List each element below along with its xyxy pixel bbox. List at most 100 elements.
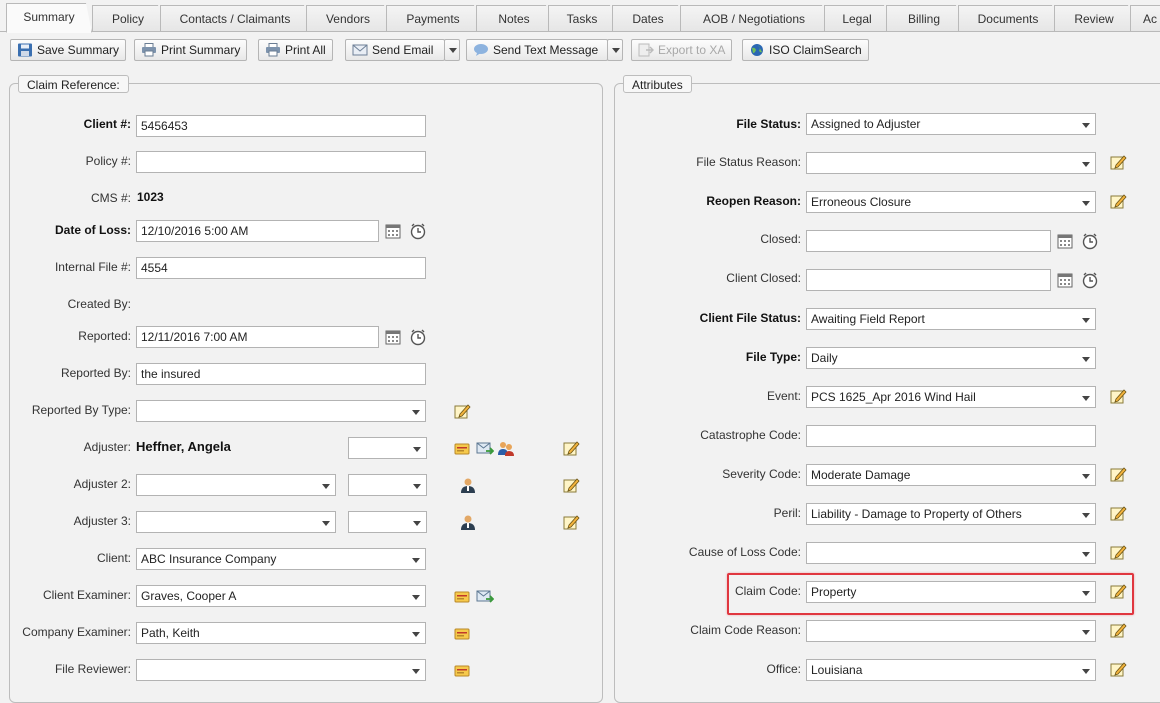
clock-icon[interactable] (1081, 271, 1099, 289)
tab-vendors[interactable]: Vendors (306, 5, 390, 32)
export-to-xa-button[interactable]: Export to XA (631, 39, 733, 61)
peril-select[interactable]: Liability - Damage to Property of Others (806, 503, 1096, 525)
sms-icon (473, 43, 489, 57)
closed-input[interactable] (806, 230, 1051, 252)
reported-label: Reported: (78, 329, 131, 343)
tab-legal[interactable]: Legal (824, 5, 890, 32)
tab-documents[interactable]: Documents (958, 5, 1058, 32)
calendar-icon[interactable] (384, 222, 402, 240)
office-label: Office: (766, 662, 801, 676)
contact-card-icon[interactable] (453, 587, 471, 605)
company-examiner-select[interactable]: Path, Keith (136, 622, 426, 644)
reported-by-type-label: Reported By Type: (31, 403, 131, 417)
client-file-status-select[interactable]: Awaiting Field Report (806, 308, 1096, 330)
edit-note-icon[interactable] (1109, 621, 1127, 639)
calendar-icon[interactable] (384, 328, 402, 346)
tab-dates[interactable]: Dates (612, 5, 684, 32)
edit-note-icon[interactable] (562, 476, 580, 494)
adjuster-label: Adjuster: (83, 440, 131, 454)
edit-note-icon[interactable] (1109, 582, 1127, 600)
edit-note-icon[interactable] (562, 439, 580, 457)
reopen-reason-select[interactable]: Erroneous Closure (806, 191, 1096, 213)
claim-code-reason-label: Claim Code Reason: (690, 623, 801, 637)
client-examiner-select[interactable]: Graves, Cooper A (136, 585, 426, 607)
client-number-label: Client #: (83, 117, 131, 131)
file-reviewer-label: File Reviewer: (54, 662, 131, 676)
edit-note-icon[interactable] (562, 513, 580, 531)
tab-tasks[interactable]: Tasks (548, 5, 616, 32)
send-text-dropdown[interactable] (607, 39, 623, 61)
edit-note-icon[interactable] (1109, 153, 1127, 171)
client-number-input[interactable] (136, 115, 426, 137)
edit-note-icon[interactable] (1109, 543, 1127, 561)
send-email-button[interactable]: Send Email (345, 39, 445, 61)
user-icon[interactable] (459, 513, 477, 531)
cms-number-label: CMS #: (90, 191, 131, 205)
calendar-icon[interactable] (1056, 232, 1074, 250)
client-file-status-label: Client File Status: (699, 311, 801, 325)
clock-icon[interactable] (409, 328, 427, 346)
client-closed-input[interactable] (806, 269, 1051, 291)
tab-review[interactable]: Review (1054, 5, 1134, 32)
tab-notes[interactable]: Notes (476, 5, 552, 32)
date-of-loss-input[interactable] (136, 220, 379, 242)
tab-bar: Summary Policy Contacts / Claimants Vend… (0, 0, 1160, 32)
edit-note-icon[interactable] (1109, 660, 1127, 678)
reported-by-input[interactable] (136, 363, 426, 385)
tab-payments[interactable]: Payments (386, 5, 480, 32)
tab-policy[interactable]: Policy (92, 5, 164, 32)
tab-contacts-claimants[interactable]: Contacts / Claimants (160, 5, 310, 32)
catastrophe-code-input[interactable] (806, 425, 1096, 447)
iso-claimsearch-button[interactable]: ISO ClaimSearch (742, 39, 869, 61)
file-status-select[interactable]: Assigned to Adjuster (806, 113, 1096, 135)
edit-note-icon[interactable] (1109, 465, 1127, 483)
edit-note-icon[interactable] (1109, 504, 1127, 522)
tab-aob-negotiations[interactable]: AOB / Negotiations (680, 5, 828, 32)
reported-by-type-select[interactable] (136, 400, 426, 422)
user-icon[interactable] (459, 476, 477, 494)
file-type-select[interactable]: Daily (806, 347, 1096, 369)
severity-code-select[interactable]: Moderate Damage (806, 464, 1096, 486)
print-summary-button[interactable]: Print Summary (134, 39, 248, 61)
clock-icon[interactable] (409, 222, 427, 240)
policy-number-input[interactable] (136, 151, 426, 173)
event-select[interactable]: PCS 1625_Apr 2016 Wind Hail (806, 386, 1096, 408)
save-summary-button[interactable]: Save Summary (10, 39, 127, 61)
email-forward-icon[interactable] (476, 587, 494, 605)
edit-note-icon[interactable] (1109, 192, 1127, 210)
edit-note-icon[interactable] (453, 402, 471, 420)
claim-reference-legend: Claim Reference: (18, 75, 129, 93)
calendar-icon[interactable] (1056, 271, 1074, 289)
tab-more[interactable]: Ac (1130, 5, 1160, 32)
adjuster2-role-select[interactable] (348, 474, 427, 496)
reported-input[interactable] (136, 326, 379, 348)
contact-card-icon[interactable] (453, 661, 471, 679)
adjuster-role-select[interactable] (348, 437, 427, 459)
clock-icon[interactable] (1081, 232, 1099, 250)
contact-card-icon[interactable] (453, 624, 471, 642)
cause-of-loss-select[interactable] (806, 542, 1096, 564)
client-closed-label: Client Closed: (726, 271, 801, 285)
file-status-reason-select[interactable] (806, 152, 1096, 174)
claim-reference-panel: Claim Reference: (9, 75, 603, 703)
send-text-message-button[interactable]: Send Text Message (466, 39, 608, 61)
adjuster3-select[interactable] (136, 511, 336, 533)
print-all-button[interactable]: Print All (258, 39, 333, 61)
adjuster3-role-select[interactable] (348, 511, 427, 533)
print-all-label: Print All (285, 43, 326, 57)
send-email-dropdown[interactable] (444, 39, 460, 61)
claim-code-select[interactable]: Property (806, 581, 1096, 603)
reopen-reason-label: Reopen Reason: (706, 194, 801, 208)
edit-note-icon[interactable] (1109, 387, 1127, 405)
file-reviewer-select[interactable] (136, 659, 426, 681)
office-select[interactable]: Louisiana (806, 659, 1096, 681)
contact-card-icon[interactable] (453, 439, 471, 457)
email-forward-icon[interactable] (476, 439, 494, 457)
adjuster2-select[interactable] (136, 474, 336, 496)
user-group-icon[interactable] (497, 439, 515, 457)
claim-code-reason-select[interactable] (806, 620, 1096, 642)
tab-billing[interactable]: Billing (886, 5, 962, 32)
internal-file-input[interactable] (136, 257, 426, 279)
tab-summary[interactable]: Summary (6, 3, 92, 33)
client-select[interactable]: ABC Insurance Company (136, 548, 426, 570)
